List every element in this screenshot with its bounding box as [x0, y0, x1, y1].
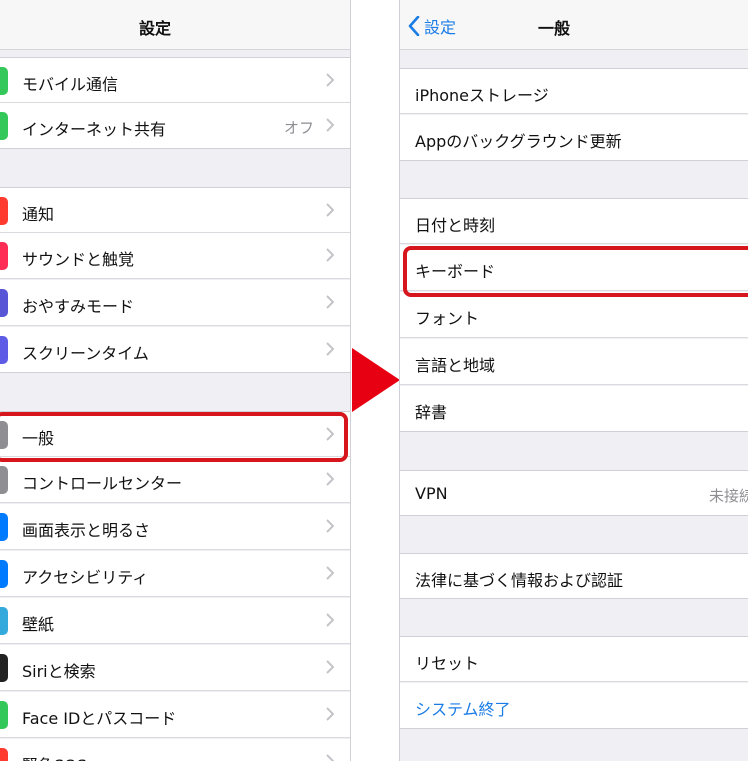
general-item-fonts[interactable]: フォント — [400, 292, 748, 338]
settings-item-wallpaper[interactable]: 壁紙 — [0, 598, 350, 644]
accessibility-icon — [0, 560, 8, 588]
settings-item-accessibility[interactable]: アクセシビリティ — [0, 551, 350, 597]
chevron-right-icon — [326, 248, 334, 262]
chevron-right-icon — [326, 660, 334, 674]
settings-item-face-id[interactable]: Face IDとパスコード — [0, 692, 350, 738]
general-item-label: 日付と時刻 — [415, 216, 496, 235]
settings-panel: 設定 モバイル通信 インターネット共有 オフ 通知 サウンドと触覚 おやすみモー… — [0, 0, 350, 761]
siri-icon — [0, 654, 8, 682]
chevron-right-icon — [326, 295, 334, 309]
chevron-right-icon — [326, 519, 334, 533]
settings-item-label: アクセシビリティ — [22, 568, 149, 587]
general-item-reset[interactable]: リセット — [400, 636, 748, 682]
general-title: 一般 — [537, 19, 570, 38]
chevron-right-icon — [326, 566, 334, 580]
panel-divider — [350, 0, 351, 761]
settings-item-label: コントロールセンター — [22, 474, 183, 493]
settings-item-label: モバイル通信 — [22, 75, 119, 94]
settings-item-do-not-disturb[interactable]: おやすみモード — [0, 280, 350, 326]
settings-item-screen-time[interactable]: スクリーンタイム — [0, 327, 350, 373]
settings-item-siri[interactable]: Siriと検索 — [0, 645, 350, 691]
general-item-date-time[interactable]: 日付と時刻 — [400, 198, 748, 244]
hotspot-icon — [0, 112, 8, 140]
settings-item-notifications[interactable]: 通知 — [0, 187, 350, 233]
settings-item-label: インターネット共有 — [22, 120, 167, 139]
settings-item-label: 通知 — [22, 205, 55, 224]
settings-item-label: 緊急SOS — [22, 752, 87, 761]
settings-item-label: 画面表示と明るさ — [22, 521, 151, 540]
general-item-vpn[interactable]: VPN 未接続 — [400, 470, 748, 516]
chevron-right-icon — [326, 203, 334, 217]
settings-item-label: スクリーンタイム — [22, 344, 149, 363]
mobile-data-icon — [0, 67, 8, 95]
general-item-label: Appのバックグラウンド更新 — [415, 132, 622, 151]
arrow-right-icon — [352, 348, 400, 412]
general-item-language-region[interactable]: 言語と地域 — [400, 339, 748, 385]
general-item-label: フォント — [415, 309, 480, 328]
settings-item-label: Face IDとパスコード — [22, 709, 177, 728]
general-item-label: リセット — [415, 654, 480, 673]
settings-title: 設定 — [138, 19, 171, 38]
hourglass-icon — [0, 336, 8, 364]
general-nav-bar: 設定 一般 — [400, 0, 748, 50]
settings-item-hotspot[interactable]: インターネット共有 オフ — [0, 103, 350, 149]
settings-item-emergency-sos[interactable]: 緊急SOS — [0, 739, 350, 761]
chevron-right-icon — [326, 118, 334, 132]
hotspot-status: オフ — [283, 119, 314, 137]
settings-nav-bar: 設定 — [0, 0, 350, 50]
face-id-icon — [0, 701, 8, 729]
sos-icon — [0, 748, 8, 761]
settings-item-label: サウンドと触覚 — [22, 250, 135, 269]
general-item-label: 法律に基づく情報および認証 — [415, 571, 624, 590]
chevron-right-icon — [326, 707, 334, 721]
settings-item-display[interactable]: 画面表示と明るさ — [0, 504, 350, 550]
settings-item-label: Siriと検索 — [22, 662, 96, 681]
chevron-right-icon — [326, 342, 334, 356]
settings-item-control-center[interactable]: コントロールセンター — [0, 457, 350, 503]
general-highlight-box — [0, 412, 348, 462]
chevron-right-icon — [326, 613, 334, 627]
settings-item-label: おやすみモード — [22, 297, 135, 316]
general-item-label: iPhoneストレージ — [415, 86, 549, 105]
settings-item-mobile-data[interactable]: モバイル通信 — [0, 57, 350, 103]
general-item-label: VPN — [415, 484, 448, 503]
display-icon — [0, 513, 8, 541]
settings-item-label: 壁紙 — [22, 615, 55, 634]
notifications-icon — [0, 197, 8, 225]
wallpaper-icon — [0, 607, 8, 635]
keyboard-highlight-box — [403, 246, 748, 297]
general-item-label: 辞書 — [415, 403, 448, 422]
general-panel: 設定 一般 iPhoneストレージ Appのバックグラウンド更新 日付と時刻 キ… — [400, 0, 748, 761]
shut-down-label: システム終了 — [415, 700, 511, 719]
chevron-right-icon — [326, 472, 334, 486]
general-item-legal[interactable]: 法律に基づく情報および認証 — [400, 553, 748, 599]
general-item-dictionary[interactable]: 辞書 — [400, 386, 748, 432]
general-item-shut-down[interactable]: システム終了 — [400, 683, 748, 729]
general-item-iphone-storage[interactable]: iPhoneストレージ — [400, 68, 748, 114]
settings-item-sounds[interactable]: サウンドと触覚 — [0, 233, 350, 279]
moon-icon — [0, 289, 8, 317]
control-center-icon — [0, 466, 8, 494]
vpn-status: 未接続 — [708, 487, 748, 505]
sounds-icon — [0, 242, 8, 270]
chevron-right-icon — [326, 754, 334, 761]
general-item-background-refresh[interactable]: Appのバックグラウンド更新 — [400, 115, 748, 161]
general-item-label: 言語と地域 — [415, 356, 496, 375]
chevron-right-icon — [326, 73, 334, 87]
